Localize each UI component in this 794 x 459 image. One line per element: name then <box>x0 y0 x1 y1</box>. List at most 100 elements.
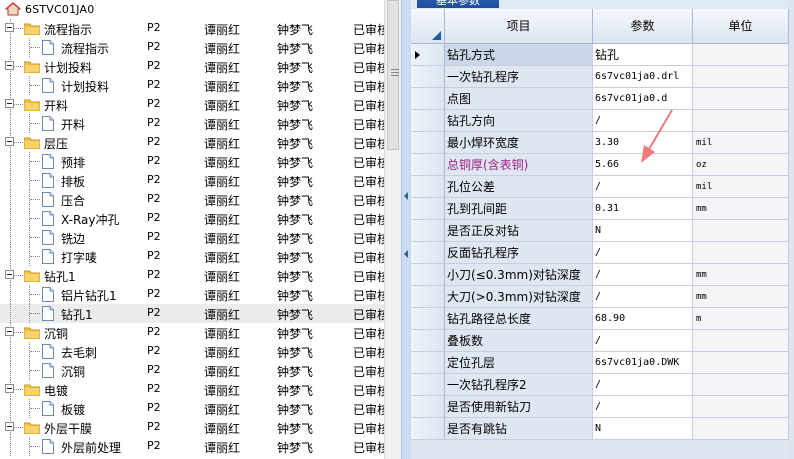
param-row[interactable]: 小刀(≤0.3mm)对钻深度 / mm <box>411 264 789 286</box>
param-value[interactable]: / <box>593 110 693 132</box>
tree-step-node[interactable]: 开料 P2 谭丽红 钟梦飞 已审核 <box>0 114 384 133</box>
param-row[interactable]: 定位孔层 6s7vc01ja0.DWK <box>411 352 789 374</box>
param-value[interactable]: / <box>593 264 693 286</box>
param-value[interactable]: 3.30 <box>593 132 693 154</box>
row-selector[interactable] <box>411 352 445 374</box>
tree-group-node[interactable]: 钻孔1 P2 谭丽红 钟梦飞 已审核 <box>0 266 384 285</box>
param-row[interactable]: 孔位公差 / mil <box>411 176 789 198</box>
collapse-toggle-icon[interactable] <box>5 61 14 70</box>
param-value[interactable]: / <box>593 396 693 418</box>
row-selector[interactable] <box>411 418 445 440</box>
param-value[interactable]: N <box>593 418 693 440</box>
tree-step-node[interactable]: 预排 P2 谭丽红 钟梦飞 已审核 <box>0 152 384 171</box>
tab-basic-params[interactable]: 基本参数 <box>417 0 499 8</box>
tree-step-node[interactable]: 去毛刺 P2 谭丽红 钟梦飞 已审核 <box>0 342 384 361</box>
row-selector[interactable] <box>411 44 445 66</box>
row-selector[interactable] <box>411 242 445 264</box>
param-row[interactable]: 钻孔路径总长度 68.90 m <box>411 308 789 330</box>
param-value[interactable]: / <box>593 286 693 308</box>
row-selector[interactable] <box>411 308 445 330</box>
node-code: P2 <box>147 59 161 72</box>
tree-group-node[interactable]: 计划投料 P2 谭丽红 钟梦飞 已审核 <box>0 57 384 76</box>
row-selector[interactable] <box>411 286 445 308</box>
tree-step-node[interactable]: 计划投料 P2 谭丽红 钟梦飞 已审核 <box>0 76 384 95</box>
grid-corner[interactable] <box>411 9 445 44</box>
param-value[interactable]: 钻孔 <box>593 44 693 66</box>
tree-root[interactable]: 6STVC01JA0 <box>0 0 384 18</box>
collapse-toggle-icon[interactable] <box>5 384 14 393</box>
collapse-left-icon[interactable] <box>404 192 408 200</box>
row-selector[interactable] <box>411 88 445 110</box>
scrollbar-thumb[interactable] <box>387 0 399 150</box>
tree-step-node[interactable]: X-Ray冲孔 P2 谭丽红 钟梦飞 已审核 <box>0 209 384 228</box>
row-selector[interactable] <box>411 330 445 352</box>
param-value[interactable]: / <box>593 330 693 352</box>
param-row[interactable]: 叠板数 / <box>411 330 789 352</box>
param-value[interactable]: 5.66 <box>593 154 693 176</box>
row-selector[interactable] <box>411 66 445 88</box>
column-header-unit[interactable]: 单位 <box>693 9 789 44</box>
collapse-left-icon[interactable] <box>404 250 408 258</box>
tree-step-node[interactable]: 铣边 P2 谭丽红 钟梦飞 已审核 <box>0 228 384 247</box>
param-row[interactable]: 大刀(>0.3mm)对钻深度 / mm <box>411 286 789 308</box>
tree-group-node[interactable]: 外层干膜 P2 谭丽红 钟梦飞 已审核 <box>0 418 384 437</box>
collapse-toggle-icon[interactable] <box>5 270 14 279</box>
param-row[interactable]: 总铜厚(含表铜) 5.66 oz <box>411 154 789 176</box>
row-selector[interactable] <box>411 374 445 396</box>
row-selector[interactable] <box>411 220 445 242</box>
panel-splitter[interactable] <box>401 0 411 459</box>
param-row[interactable]: 是否使用新钻刀 / <box>411 396 789 418</box>
param-row[interactable]: 一次钻孔程序 6s7vc01ja0.drl <box>411 66 789 88</box>
tree-step-node[interactable]: 排板 P2 谭丽红 钟梦飞 已审核 <box>0 171 384 190</box>
column-header-param[interactable]: 参数 <box>593 9 693 44</box>
param-value[interactable]: 6s7vc01ja0.DWK <box>593 352 693 374</box>
node-label: 外层干膜 <box>44 422 93 436</box>
row-selector[interactable] <box>411 154 445 176</box>
row-selector[interactable] <box>411 396 445 418</box>
tree-step-node[interactable]: 铝片钻孔1 P2 谭丽红 钟梦飞 已审核 <box>0 285 384 304</box>
tree-group-node[interactable]: 开料 P2 谭丽红 钟梦飞 已审核 <box>0 95 384 114</box>
param-row[interactable]: 钻孔方向 / <box>411 110 789 132</box>
param-row[interactable]: 是否正反对钻 N <box>411 220 789 242</box>
tree-group-node[interactable]: 层压 P2 谭丽红 钟梦飞 已审核 <box>0 133 384 152</box>
collapse-toggle-icon[interactable] <box>5 23 14 32</box>
row-selector[interactable] <box>411 198 445 220</box>
param-row[interactable]: 点图 6s7vc01ja0.d <box>411 88 789 110</box>
tree-group-node[interactable]: 电镀 P2 谭丽红 钟梦飞 已审核 <box>0 380 384 399</box>
row-selector[interactable] <box>411 176 445 198</box>
param-value[interactable]: N <box>593 220 693 242</box>
param-row[interactable]: 是否有跳钻 N <box>411 418 789 440</box>
node-maker: 谭丽红 <box>204 42 241 56</box>
tree-step-node[interactable]: 沉铜 P2 谭丽红 钟梦飞 已审核 <box>0 361 384 380</box>
row-selector[interactable] <box>411 110 445 132</box>
collapse-toggle-icon[interactable] <box>5 327 14 336</box>
tree-scrollbar[interactable] <box>384 0 401 459</box>
collapse-toggle-icon[interactable] <box>5 99 14 108</box>
tree-step-node[interactable]: 外层前处理 P2 谭丽红 钟梦飞 已审核 <box>0 437 384 456</box>
tree-group-node[interactable]: 沉铜 P2 谭丽红 钟梦飞 已审核 <box>0 323 384 342</box>
param-row[interactable]: 最小焊环宽度 3.30 mil <box>411 132 789 154</box>
tree-step-node[interactable]: 打字唛 P2 谭丽红 钟梦飞 已审核 <box>0 247 384 266</box>
collapse-toggle-icon[interactable] <box>5 137 14 146</box>
column-header-item[interactable]: 项目 <box>445 9 593 44</box>
tree-step-node[interactable]: 钻孔1 P2 谭丽红 钟梦飞 已审核 <box>0 304 384 323</box>
collapse-toggle-icon[interactable] <box>5 422 14 431</box>
tree-step-node[interactable]: 压合 P2 谭丽红 钟梦飞 已审核 <box>0 190 384 209</box>
grid-scrollbar[interactable] <box>789 0 794 459</box>
param-value[interactable]: / <box>593 242 693 264</box>
param-value[interactable]: 6s7vc01ja0.d <box>593 88 693 110</box>
row-selector[interactable] <box>411 264 445 286</box>
param-value[interactable]: 0.31 <box>593 198 693 220</box>
tree-step-node[interactable]: 板镀 P2 谭丽红 钟梦飞 已审核 <box>0 399 384 418</box>
tree-step-node[interactable]: 流程指示 P2 谭丽红 钟梦飞 已审核 <box>0 38 384 57</box>
param-value[interactable]: 68.90 <box>593 308 693 330</box>
param-row[interactable]: 反面钻孔程序 / <box>411 242 789 264</box>
param-row[interactable]: 一次钻孔程序2/ <box>411 374 789 396</box>
param-row[interactable]: 钻孔方式 钻孔 <box>411 44 789 66</box>
param-value[interactable]: 6s7vc01ja0.drl <box>593 66 693 88</box>
param-value[interactable]: / <box>593 374 693 396</box>
tree-group-node[interactable]: 流程指示 P2 谭丽红 钟梦飞 已审核 <box>0 19 384 38</box>
param-value[interactable]: / <box>593 176 693 198</box>
row-selector[interactable] <box>411 132 445 154</box>
param-row[interactable]: 孔到孔间距 0.31 mm <box>411 198 789 220</box>
